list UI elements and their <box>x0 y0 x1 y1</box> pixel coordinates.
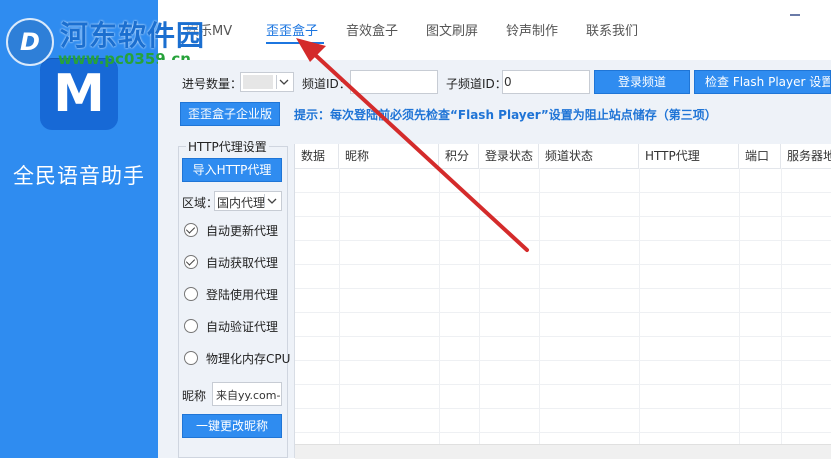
region-value: 国内代理 <box>217 196 266 210</box>
watermark: D 河东软件园 www.pc0359.cn <box>2 6 222 68</box>
account-table: 数据 昵称 积分 登录状态 频道状态 HTTP代理 端口 服务器地 <box>294 144 831 459</box>
grid-line <box>439 168 440 444</box>
subchannel-id-value: 0 <box>504 75 512 89</box>
watermark-title: 河东软件园 <box>60 19 206 52</box>
app-name: 全民语音助手 <box>13 164 145 188</box>
region-select[interactable]: 国内代理 <box>214 191 282 211</box>
column-header-http-proxy[interactable]: HTTP代理 <box>639 144 739 168</box>
top-nav: 娱乐MV 歪歪盒子 音效盒子 图文刷屏 铃声制作 联系我们 <box>158 0 831 60</box>
grid-line <box>295 408 831 409</box>
grid-line <box>295 384 831 385</box>
horizontal-scrollbar[interactable] <box>295 444 831 459</box>
grid-line <box>295 288 831 289</box>
main-panel: 进号数量： 频道ID： 子频道ID： 0 登录频道 检查 Flash Playe… <box>158 60 831 459</box>
proxy-group-title: HTTP代理设置 <box>186 138 269 155</box>
login-use-proxy-label: 登陆使用代理 <box>206 288 279 302</box>
change-nickname-button[interactable]: 一键更改昵称 <box>182 414 282 438</box>
watermark-badge: D <box>20 28 40 56</box>
nav-tab-contact[interactable]: 联系我们 <box>586 20 638 42</box>
grid-line <box>295 432 831 433</box>
grid-line <box>539 168 540 444</box>
grid-line <box>295 240 831 241</box>
auto-update-proxy-label: 自动更新代理 <box>206 224 279 238</box>
channel-id-label: 频道ID： <box>302 77 351 91</box>
login-channel-button[interactable]: 登录频道 <box>594 70 690 94</box>
chevron-down-icon <box>264 194 279 208</box>
nav-tab-image-flood[interactable]: 图文刷屏 <box>426 20 478 42</box>
nickname-value: 来自yy.com- <box>216 389 281 402</box>
column-header-login-status[interactable]: 登录状态 <box>479 144 539 168</box>
column-header-port[interactable]: 端口 <box>739 144 781 168</box>
region-label: 区域： <box>182 196 219 210</box>
nickname-label: 昵称 <box>182 389 207 403</box>
grid-line <box>739 168 740 444</box>
queue-count-label: 进号数量： <box>182 77 243 91</box>
grid-line <box>295 360 831 361</box>
nav-tab-waiwai-box[interactable]: 歪歪盒子 <box>266 20 318 42</box>
grid-line <box>295 216 831 217</box>
grid-line <box>781 168 782 444</box>
queue-count-value <box>243 75 273 89</box>
enterprise-edition-button[interactable]: 歪歪盒子企业版 <box>180 102 280 126</box>
auto-fetch-proxy-label: 自动获取代理 <box>206 256 279 270</box>
column-header-data[interactable]: 数据 <box>295 144 339 168</box>
grid-line <box>295 192 831 193</box>
auto-verify-proxy-label: 自动验证代理 <box>206 320 279 334</box>
queue-count-select[interactable] <box>240 72 294 92</box>
channel-id-input[interactable] <box>350 70 438 94</box>
check-flash-button[interactable]: 检查 Flash Player 设置 <box>694 70 831 94</box>
grid-line <box>295 312 831 313</box>
sidebar: M 全民语音助手 <box>0 0 158 458</box>
login-use-proxy-radio[interactable] <box>184 287 198 301</box>
auto-fetch-proxy-radio[interactable] <box>184 255 198 269</box>
watermark-logo-icon: D <box>6 18 54 66</box>
column-header-nickname[interactable]: 昵称 <box>339 144 439 168</box>
physical-memory-cpu-radio[interactable] <box>184 351 198 365</box>
grid-line <box>639 168 640 444</box>
import-http-proxy-button[interactable]: 导入HTTP代理 <box>182 158 282 182</box>
auto-update-proxy-radio[interactable] <box>184 223 198 237</box>
minimize-icon[interactable] <box>790 14 800 16</box>
nav-tab-ringtone[interactable]: 铃声制作 <box>506 20 558 42</box>
column-header-points[interactable]: 积分 <box>439 144 479 168</box>
chevron-down-icon <box>276 75 291 89</box>
auto-verify-proxy-radio[interactable] <box>184 319 198 333</box>
nav-tab-sound-box[interactable]: 音效盒子 <box>346 20 398 42</box>
subchannel-id-input[interactable]: 0 <box>502 70 590 94</box>
nickname-input[interactable]: 来自yy.com- <box>212 382 282 406</box>
active-tab-underline <box>266 42 324 44</box>
table-header: 数据 昵称 积分 登录状态 频道状态 HTTP代理 端口 服务器地 <box>295 144 831 169</box>
column-header-server[interactable]: 服务器地 <box>781 144 831 168</box>
grid-line <box>295 264 831 265</box>
subchannel-id-label: 子频道ID： <box>446 77 507 91</box>
app-logo-icon: M <box>40 58 118 130</box>
logo-letter: M <box>53 64 105 124</box>
grid-line <box>479 168 480 444</box>
flash-hint-text: 提示：每次登陆前必须先检查“Flash Player”设置为阻止站点储存（第三项… <box>294 108 717 122</box>
physical-memory-cpu-label: 物理化内存CPU <box>206 352 291 366</box>
grid-line <box>339 168 340 444</box>
grid-line <box>295 336 831 337</box>
column-header-channel-status[interactable]: 频道状态 <box>539 144 639 168</box>
